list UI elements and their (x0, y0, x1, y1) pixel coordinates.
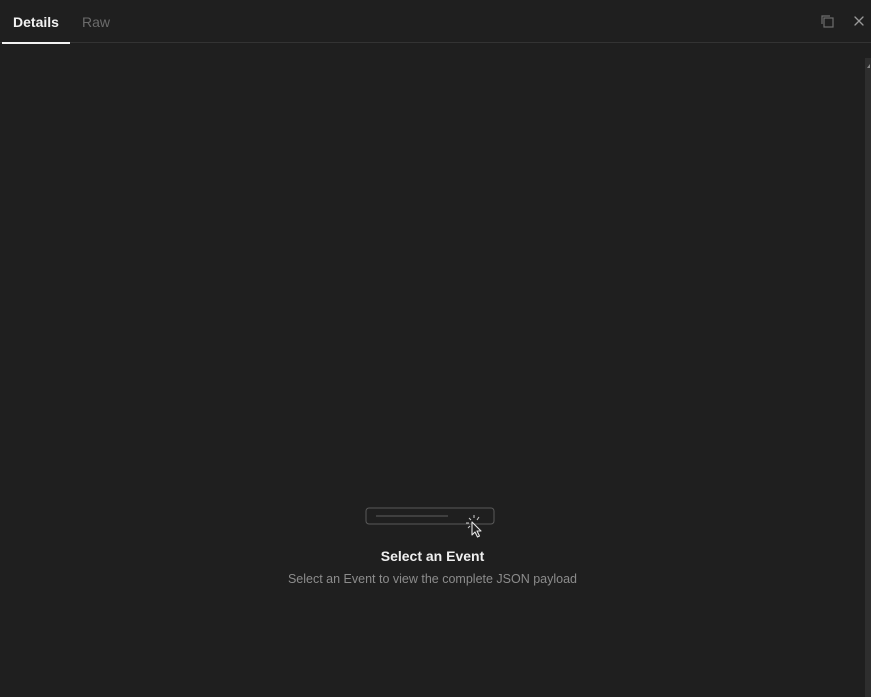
cursor-click-icon (362, 500, 502, 544)
copy-button[interactable] (818, 12, 836, 30)
empty-state: Select an Event Select an Event to view … (0, 500, 865, 588)
tab-raw[interactable]: Raw (76, 0, 116, 43)
copy-icon (821, 15, 834, 28)
scroll-up-arrow-icon[interactable] (866, 60, 871, 70)
close-button[interactable] (850, 12, 868, 30)
empty-state-title: Select an Event (380, 548, 485, 564)
tab-bar: Details Raw (0, 0, 871, 44)
empty-state-description: Select an Event to view the complete JSO… (287, 572, 578, 586)
tab-details[interactable]: Details (2, 0, 70, 44)
close-icon (854, 16, 864, 26)
scrollbar[interactable] (865, 58, 871, 697)
event-details-panel: Details Raw Select an Event Select an Ev… (0, 0, 871, 697)
